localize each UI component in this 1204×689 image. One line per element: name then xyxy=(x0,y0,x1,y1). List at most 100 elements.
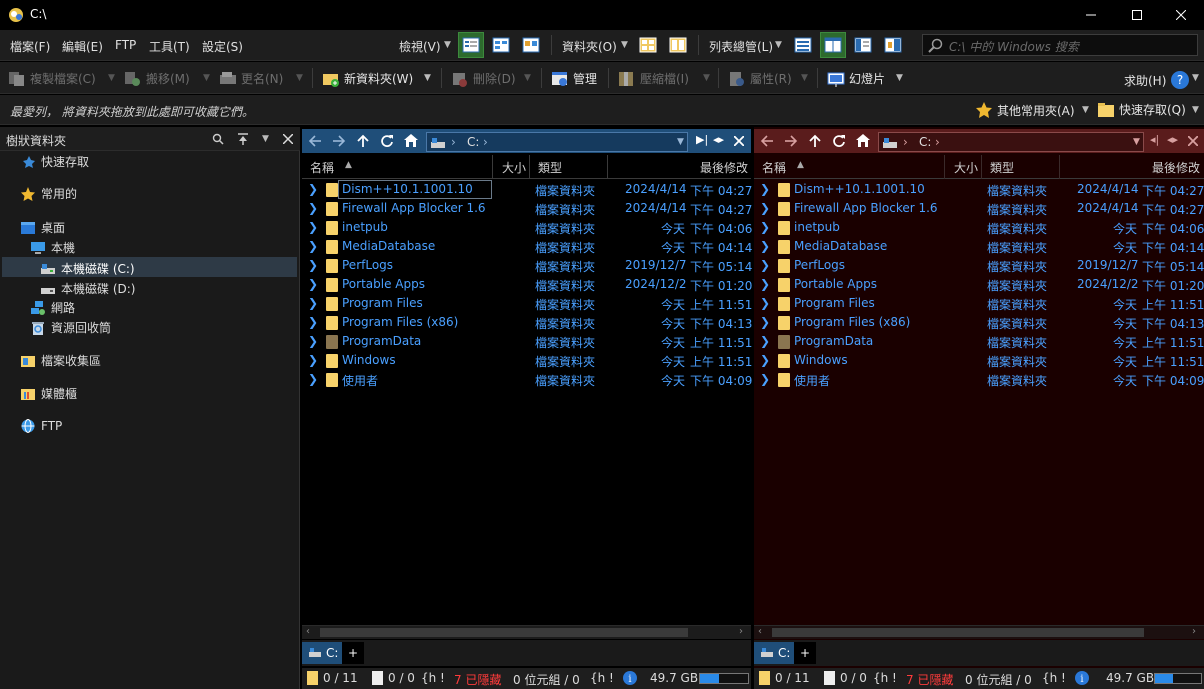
other-favorites-dropdown-icon[interactable]: ▼ xyxy=(1082,105,1089,115)
back-icon[interactable] xyxy=(308,134,322,148)
properties-dropdown-icon[interactable]: ▼ xyxy=(801,73,808,83)
rename-dropdown-icon[interactable]: ▼ xyxy=(296,73,303,83)
col-type[interactable]: 類型 xyxy=(538,159,562,176)
tree-item-this-pc[interactable]: 本機 xyxy=(30,239,75,256)
help-dropdown-icon[interactable]: ▼ xyxy=(1192,73,1199,83)
expand-chevron-icon[interactable]: ❯ xyxy=(308,182,318,196)
tree-item-network[interactable]: 網路 xyxy=(30,299,75,316)
col-divider[interactable] xyxy=(1059,155,1060,179)
help-button[interactable]: 求助(H)? xyxy=(1124,70,1190,90)
tree-search-icon[interactable] xyxy=(212,133,224,145)
copy-dropdown-icon[interactable]: ▼ xyxy=(108,73,115,83)
layout-single-icon[interactable] xyxy=(791,33,815,57)
right-path-box[interactable]: › C: › ▼ xyxy=(878,132,1144,152)
file-row[interactable]: ❯ 使用者 檔案資料夾 今天 下午 04:09 xyxy=(754,370,1204,389)
col-type[interactable]: 類型 xyxy=(990,159,1014,176)
archive-dropdown-icon[interactable]: ▼ xyxy=(703,73,710,83)
folder-split-icon[interactable] xyxy=(666,33,690,57)
archive-button[interactable]: 壓縮檔(I) xyxy=(618,70,689,87)
col-divider[interactable] xyxy=(529,155,530,179)
file-row[interactable]: ❯ Windows 檔案資料夾 今天 上午 11:51 xyxy=(754,351,1204,370)
tree-item-desktop[interactable]: 桌面 xyxy=(20,219,65,236)
rename-button[interactable]: 更名(N) xyxy=(219,70,283,87)
view-dropdown-icon[interactable]: ▼ xyxy=(444,40,451,50)
expand-chevron-icon[interactable]: ❯ xyxy=(760,296,770,310)
left-tab-c[interactable]: C: xyxy=(302,642,345,664)
expand-chevron-icon[interactable]: ❯ xyxy=(308,334,318,348)
menu-list-manager[interactable]: 列表總管(L) xyxy=(709,38,773,55)
expand-chevron-icon[interactable]: ❯ xyxy=(760,220,770,234)
col-size[interactable]: 大小 xyxy=(502,159,526,176)
file-row[interactable]: ❯ Firewall App Blocker 1.6 檔案資料夾 2024/4/14 下… xyxy=(302,199,752,218)
expand-chevron-icon[interactable]: ❯ xyxy=(308,201,318,215)
menu-settings[interactable]: 設定(S) xyxy=(202,38,243,55)
menu-file[interactable]: 檔案(F) xyxy=(10,38,50,55)
file-row[interactable]: ❯ 使用者 檔案資料夾 今天 下午 04:09 xyxy=(302,370,752,389)
expand-chevron-icon[interactable]: ❯ xyxy=(308,239,318,253)
file-row[interactable]: ❯ Program Files (x86) 檔案資料夾 今天 下午 04:13 xyxy=(754,313,1204,332)
view-details-icon[interactable] xyxy=(458,32,484,58)
up-icon[interactable] xyxy=(356,134,370,148)
view-list-icon[interactable] xyxy=(489,33,513,57)
left-path-box[interactable]: › C: › ▼ xyxy=(426,132,688,152)
refresh-icon[interactable] xyxy=(832,134,846,148)
file-row[interactable]: ❯ PerfLogs 檔案資料夾 2019/12/7 下午 05:14 xyxy=(302,256,752,275)
tree-dropdown-icon[interactable]: ▼ xyxy=(262,134,269,144)
layout-dual-icon[interactable] xyxy=(820,32,846,58)
expand-chevron-icon[interactable]: ❯ xyxy=(308,296,318,310)
file-row[interactable]: ❯ inetpub 檔案資料夾 今天 下午 04:06 xyxy=(754,218,1204,237)
move-button[interactable]: 搬移(M) xyxy=(124,70,190,87)
col-name[interactable]: 名稱 xyxy=(762,159,786,176)
up-icon[interactable] xyxy=(808,134,822,148)
info-icon[interactable]: i xyxy=(622,670,638,686)
manage-button[interactable]: 管理 xyxy=(551,70,597,87)
pane-close-icon[interactable] xyxy=(1188,136,1198,146)
move-dropdown-icon[interactable]: ▼ xyxy=(203,73,210,83)
col-divider[interactable] xyxy=(944,155,945,179)
file-row[interactable]: ❯ Dism++10.1.1001.10 檔案資料夾 2024/4/14 下午 04:2… xyxy=(754,180,1204,199)
file-row[interactable]: ❯ MediaDatabase 檔案資料夾 今天 下午 04:14 xyxy=(754,237,1204,256)
tree-item-quick-access[interactable]: 快速存取 xyxy=(22,153,89,170)
tree-item-libraries[interactable]: 媒體櫃 xyxy=(20,385,77,402)
file-row[interactable]: ❯ MediaDatabase 檔案資料夾 今天 下午 04:14 xyxy=(302,237,752,256)
expand-chevron-icon[interactable]: ❯ xyxy=(760,334,770,348)
expand-chevron-icon[interactable]: ❯ xyxy=(760,201,770,215)
menu-edit[interactable]: 編輯(E) xyxy=(62,38,103,55)
expand-chevron-icon[interactable]: ❯ xyxy=(308,220,318,234)
home-icon[interactable] xyxy=(403,133,419,148)
col-modified[interactable]: 最後修改 xyxy=(700,159,748,176)
folder-grid-icon[interactable] xyxy=(636,33,660,57)
pane-layout-icon[interactable]: ◂| xyxy=(1150,133,1159,146)
tree-item-collections[interactable]: 檔案收集區 xyxy=(20,352,101,369)
left-hscrollbar[interactable]: ‹ › xyxy=(302,625,751,639)
pane-swap-icon[interactable]: ◂▸ xyxy=(1167,133,1178,146)
file-row[interactable]: ❯ PerfLogs 檔案資料夾 2019/12/7 下午 05:14 xyxy=(754,256,1204,275)
scroll-right-icon[interactable]: › xyxy=(739,626,743,637)
expand-chevron-icon[interactable]: ❯ xyxy=(760,277,770,291)
right-hscrollbar[interactable]: ‹ › xyxy=(754,625,1204,639)
delete-button[interactable]: 刪除(D) xyxy=(451,70,516,87)
expand-chevron-icon[interactable]: ❯ xyxy=(308,353,318,367)
slideshow-button[interactable]: 幻燈片 xyxy=(827,70,885,87)
other-favorites-button[interactable]: 其他常用夾(A) xyxy=(975,101,1075,119)
file-row[interactable]: ❯ Dism++10.1.1001.10 檔案資料夾 2024/4/14 下午 04:2… xyxy=(302,180,752,199)
scroll-thumb[interactable] xyxy=(320,628,688,637)
file-row[interactable]: ❯ Portable Apps 檔案資料夾 2024/12/2 下午 01:20 xyxy=(754,275,1204,294)
scroll-left-icon[interactable]: ‹ xyxy=(306,626,310,637)
expand-chevron-icon[interactable]: ❯ xyxy=(760,182,770,196)
close-button[interactable] xyxy=(1158,0,1204,30)
expand-chevron-icon[interactable]: ❯ xyxy=(760,239,770,253)
tree-item-drive-c[interactable]: 本機磁碟 (C:) xyxy=(40,260,135,277)
tree-close-icon[interactable] xyxy=(283,134,293,144)
new-tab-button[interactable]: + xyxy=(342,642,364,664)
forward-icon[interactable] xyxy=(784,134,798,148)
home-icon[interactable] xyxy=(855,133,871,148)
right-tab-c[interactable]: C: xyxy=(754,642,797,664)
menu-folders[interactable]: 資料夾(O) xyxy=(562,38,617,55)
search-input[interactable]: C:\ 中的 Windows 搜索 xyxy=(949,38,1079,55)
expand-chevron-icon[interactable]: ❯ xyxy=(760,258,770,272)
pane-layout-icon[interactable]: ▶| xyxy=(696,133,708,146)
copy-button[interactable]: 複製檔案(C) xyxy=(8,70,96,87)
scroll-thumb[interactable] xyxy=(772,628,1144,637)
col-divider[interactable] xyxy=(607,155,608,179)
